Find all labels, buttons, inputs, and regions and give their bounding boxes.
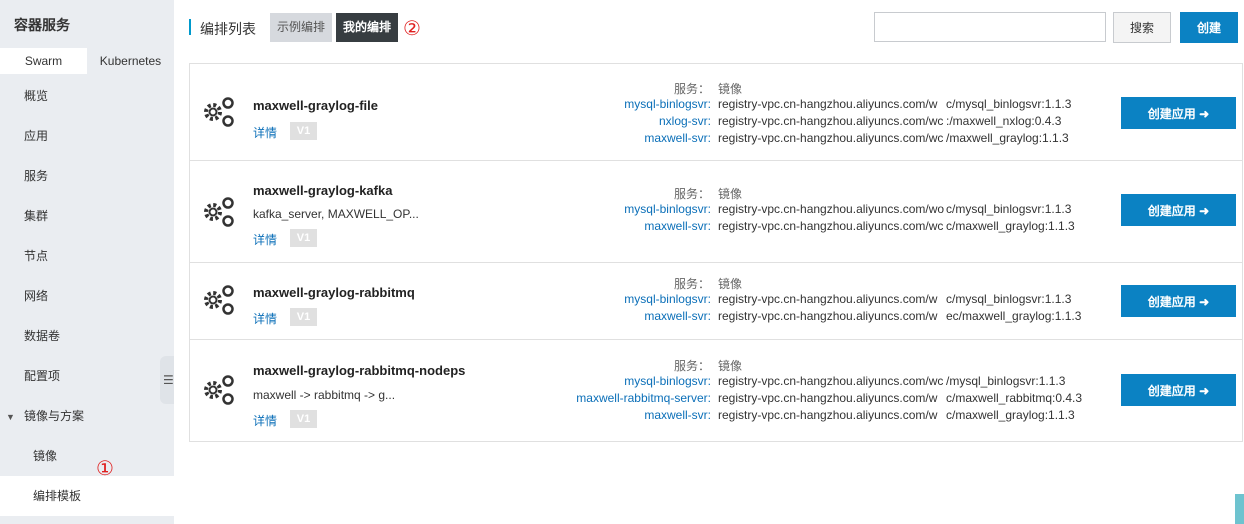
cogs-icon [204,97,234,127]
template-name[interactable]: maxwell-graylog-rabbitmq [253,285,415,300]
service-name: mysql-binlogsvr: [624,202,711,216]
template-name[interactable]: maxwell-graylog-file [253,98,378,113]
version-badge: V1 [290,410,317,428]
service-name: maxwell-svr: [644,131,711,145]
annotation-marker-2: ② [403,16,421,40]
services-header-label: 服务： [673,187,710,201]
caret-down-icon: ▼ [6,412,15,422]
search-button[interactable]: 搜索 [1113,12,1171,43]
version-badge: V1 [290,308,317,326]
version-badge: V1 [290,229,317,247]
cogs-icon [204,285,234,315]
sidebar-item-applications[interactable]: 应用 [0,116,174,156]
create-application-button[interactable]: 创建应用 ➜ [1121,374,1236,406]
sidebar: 容器服务 Swarm Kubernetes 概览 应用 服务 集群 节点 网络 … [0,0,174,524]
service-image: registry-vpc.cn-hangzhou.aliyuncs.com/w [718,292,938,306]
sidebar-item-images[interactable]: 镜像 [0,436,174,476]
template-description: maxwell -> rabbitmq -> g... [253,388,396,402]
template-card: maxwell-graylog-rabbitmq 详情 V1 服务： 镜像 my… [190,263,1242,340]
sidebar-title: 容器服务 [14,17,70,33]
service-image: registry-vpc.cn-hangzhou.aliyuncs.com/wc [718,131,944,145]
title-accent-bar [189,19,191,35]
service-name: maxwell-rabbitmq-server: [576,391,711,405]
tab-swarm[interactable]: Swarm [0,48,87,74]
sidebar-item-configs[interactable]: 配置项 [0,356,174,396]
menu-icon: ☰ [163,373,174,387]
services-header-label: 服务： [673,277,710,291]
service-name: maxwell-svr: [644,309,711,323]
template-name[interactable]: maxwell-graylog-kafka [253,183,392,198]
template-list: maxwell-graylog-file 详情 V1 服务： 镜像 mysql-… [189,63,1243,442]
floating-help-badge[interactable] [1235,494,1244,524]
detail-link[interactable]: 详情 [253,231,277,248]
service-row: maxwell-svr: registry-vpc.cn-hangzhou.al… [490,131,1244,148]
detail-link[interactable]: 详情 [253,310,277,327]
service-row: maxwell-svr: registry-vpc.cn-hangzhou.al… [490,408,1244,425]
image-header-label: 镜像 [718,187,743,201]
service-image: registry-vpc.cn-hangzhou.aliyuncs.com/wo [718,202,944,216]
sidebar-tabs: Swarm Kubernetes [0,48,174,74]
sidebar-item-templates[interactable]: 编排模板 [0,476,174,516]
services-header-label: 服务： [673,359,710,373]
services-header-label: 服务： [673,82,710,96]
create-button[interactable]: 创建 [1180,12,1238,43]
service-image: registry-vpc.cn-hangzhou.aliyuncs.com/w [718,97,938,111]
sidebar-collapse-handle[interactable]: ☰ [160,356,174,404]
template-description: kafka_server, MAXWELL_OP... [253,207,419,221]
service-image: registry-vpc.cn-hangzhou.aliyuncs.com/wc [718,219,944,233]
sidebar-nav: 概览 应用 服务 集群 节点 网络 数据卷 配置项 ▼ 镜像与方案 镜像 编排模板 [0,76,174,516]
service-name: maxwell-svr: [644,219,711,233]
service-image: registry-vpc.cn-hangzhou.aliyuncs.com/w [718,309,938,323]
service-image: registry-vpc.cn-hangzhou.aliyuncs.com/wc [718,374,944,388]
create-application-button[interactable]: 创建应用 ➜ [1121,194,1236,226]
service-image-tail: /maxwell_graylog:1.1.3 [946,131,1069,145]
detail-link[interactable]: 详情 [253,124,277,141]
search-input[interactable] [874,12,1106,42]
template-card: maxwell-graylog-file 详情 V1 服务： 镜像 mysql-… [190,64,1242,161]
sidebar-group-label: 镜像与方案 [24,409,85,423]
service-name: mysql-binlogsvr: [624,97,711,111]
sidebar-item-networks[interactable]: 网络 [0,276,174,316]
template-card: maxwell-graylog-kafka kafka_server, MAXW… [190,161,1242,263]
sidebar-item-volumes[interactable]: 数据卷 [0,316,174,356]
version-badge: V1 [290,122,317,140]
template-card: maxwell-graylog-rabbitmq-nodeps maxwell … [190,340,1242,441]
service-image-tail: c/maxwell_graylog:1.1.3 [946,408,1075,422]
tab-kubernetes[interactable]: Kubernetes [87,48,174,74]
image-header-label: 镜像 [718,359,743,373]
sidebar-item-overview[interactable]: 概览 [0,76,174,116]
image-header-label: 镜像 [718,277,743,291]
tab-my-templates[interactable]: 我的编排 [336,13,399,42]
create-application-button[interactable]: 创建应用 ➜ [1121,285,1236,317]
sidebar-item-services[interactable]: 服务 [0,156,174,196]
service-name: mysql-binlogsvr: [624,292,711,306]
service-image: registry-vpc.cn-hangzhou.aliyuncs.com/w [718,408,938,422]
template-name[interactable]: maxwell-graylog-rabbitmq-nodeps [253,363,465,378]
page-title: 编排列表 [200,21,256,37]
detail-link[interactable]: 详情 [253,412,277,429]
cogs-icon [204,197,234,227]
service-name: nxlog-svr: [658,114,711,128]
create-application-button[interactable]: 创建应用 ➜ [1121,97,1236,129]
cogs-icon [204,375,234,405]
service-image: registry-vpc.cn-hangzhou.aliyuncs.com/wc [718,114,944,128]
image-header-label: 镜像 [718,82,743,96]
annotation-marker-1: ① [96,456,114,480]
sidebar-item-nodes[interactable]: 节点 [0,236,174,276]
service-name: maxwell-svr: [644,408,711,422]
sidebar-group-images[interactable]: ▼ 镜像与方案 [0,396,174,436]
service-name: mysql-binlogsvr: [624,374,711,388]
sidebar-item-clusters[interactable]: 集群 [0,196,174,236]
tab-example-templates[interactable]: 示例编排 [270,13,333,42]
service-image: registry-vpc.cn-hangzhou.aliyuncs.com/w [718,391,938,405]
